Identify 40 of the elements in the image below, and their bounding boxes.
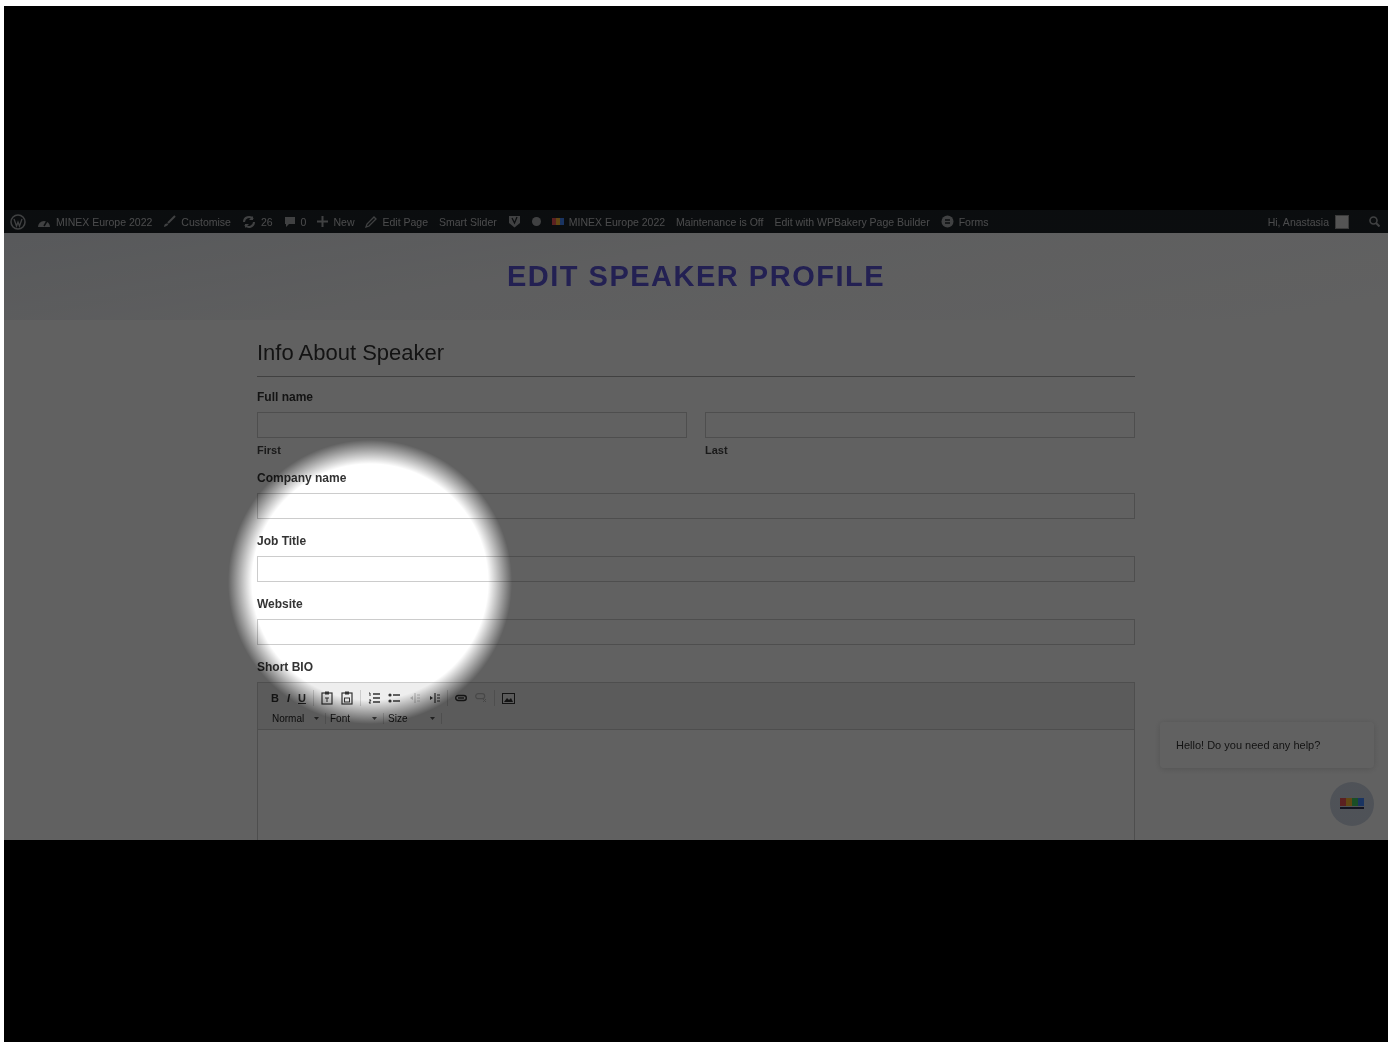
chat-launcher-button[interactable]	[1330, 782, 1374, 826]
page-heading: EDIT SPEAKER PROFILE	[506, 260, 885, 293]
toolbar-link[interactable]: Edit Page	[382, 215, 428, 228]
field-label: Job Title	[257, 534, 308, 548]
bold-button[interactable]: B	[268, 690, 282, 706]
colorful-logo-icon	[1340, 798, 1364, 810]
field-label: Website	[257, 597, 304, 611]
colored-stripes-icon	[551, 218, 564, 225]
caret-icon	[314, 717, 319, 720]
bulleted-list-icon	[387, 692, 400, 704]
format-dropdown[interactable]: Size	[384, 713, 442, 724]
caret-icon	[430, 717, 435, 720]
caret-icon	[372, 717, 377, 720]
refresh-icon	[241, 214, 256, 229]
italic-button[interactable]: I	[283, 690, 293, 706]
avatar-icon	[1335, 214, 1349, 229]
paste-text-icon	[320, 691, 333, 705]
format-dropdown[interactable]: Font	[326, 713, 384, 724]
input-field[interactable]	[257, 493, 1135, 519]
chat-message: Hello! Do you need any help?	[1176, 739, 1321, 751]
section-title: Info About Speaker	[257, 340, 1135, 377]
status-dot-icon	[531, 217, 541, 226]
field-sublabel: Last	[705, 444, 729, 456]
indent-icon	[427, 692, 440, 704]
link-icon	[454, 694, 467, 702]
brush-icon	[163, 215, 177, 228]
pencil-icon	[365, 215, 378, 228]
input-field[interactable]	[257, 619, 1135, 645]
underline-button[interactable]: U	[295, 690, 309, 706]
plus-icon	[317, 216, 329, 227]
numbered-list-icon	[367, 692, 380, 704]
image-icon	[501, 692, 515, 704]
format-dropdown[interactable]: Normal	[268, 713, 326, 724]
input-field[interactable]	[257, 556, 1135, 582]
toolbar-link[interactable]: Forms	[958, 215, 989, 228]
forms-icon	[940, 215, 954, 228]
speech-bubble-icon	[283, 215, 296, 228]
field-sublabel: First	[257, 444, 282, 456]
paste-word-icon	[340, 691, 353, 705]
field-label: Full name	[257, 390, 314, 404]
